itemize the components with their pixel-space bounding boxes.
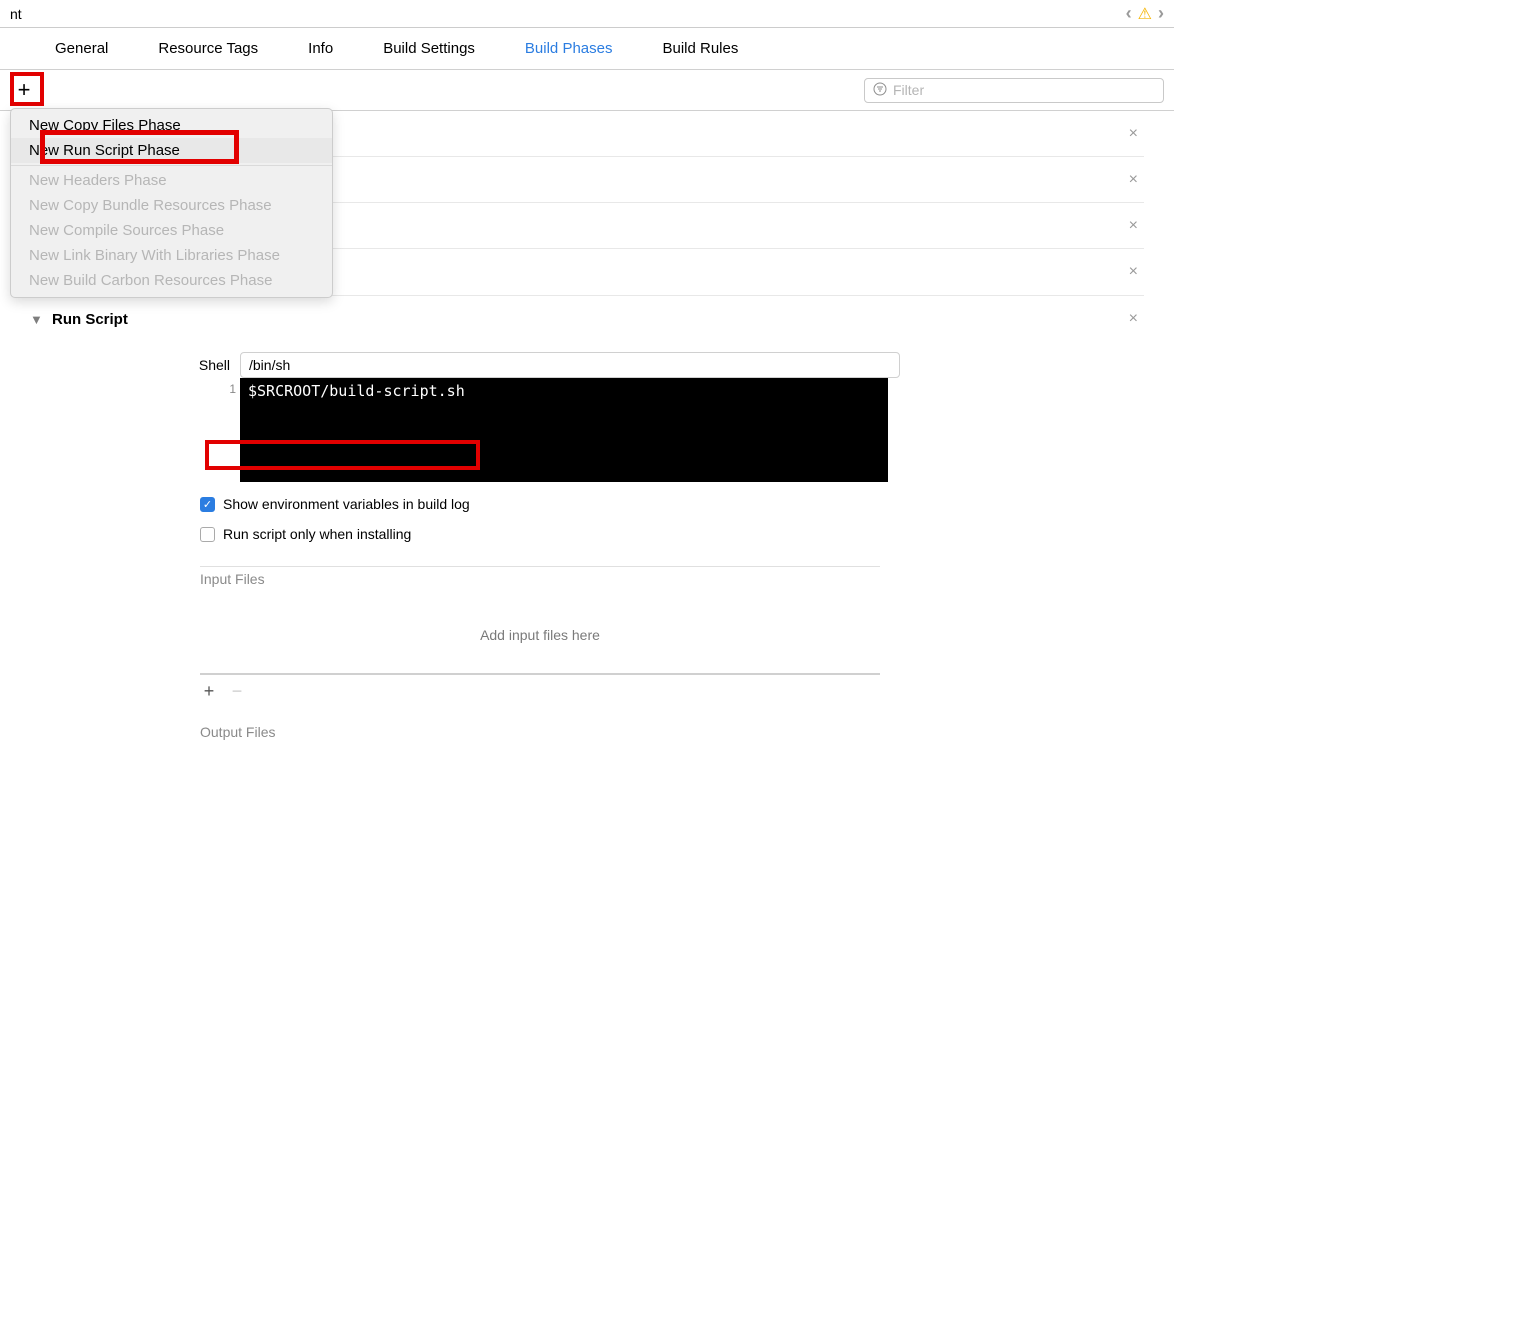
phase-row-run-script[interactable]: ▼ Run Script × (30, 296, 1144, 342)
tab-info[interactable]: Info (308, 40, 333, 57)
dropdown-item-new-run-script[interactable]: New Run Script Phase (11, 138, 332, 163)
output-files-section: Output Files (200, 720, 880, 740)
filter-input[interactable] (893, 82, 1155, 98)
checkbox-label: Run script only when installing (223, 526, 411, 542)
close-icon[interactable]: × (1123, 171, 1144, 189)
tab-build-rules[interactable]: Build Rules (662, 40, 738, 57)
nav-back-chevron[interactable]: ‹ (1126, 3, 1132, 24)
checkbox-install-only[interactable] (200, 527, 215, 542)
dropdown-item-new-compile-sources: New Compile Sources Phase (11, 218, 332, 243)
dropdown-item-new-link-binary: New Link Binary With Libraries Phase (11, 243, 332, 268)
disclosure-triangle-icon[interactable]: ▼ (30, 312, 46, 327)
title-bar: nt ‹ ⚠ › (0, 0, 1174, 28)
dropdown-item-new-copy-bundle-resources: New Copy Bundle Resources Phase (11, 193, 332, 218)
checkbox-row-env[interactable]: ✓ Show environment variables in build lo… (200, 496, 1144, 512)
input-files-footer: + − (200, 673, 880, 702)
title-text: nt (10, 6, 22, 22)
script-editor-container: 1 $SRCROOT/build-script.sh (190, 378, 1144, 482)
script-editor[interactable]: $SRCROOT/build-script.sh (240, 378, 888, 482)
dropdown-item-new-headers: New Headers Phase (11, 168, 332, 193)
output-files-label: Output Files (200, 724, 880, 740)
filter-field[interactable] (864, 78, 1164, 103)
input-files-label: Input Files (200, 571, 880, 587)
checkbox-show-env[interactable]: ✓ (200, 497, 215, 512)
tab-general[interactable]: General (55, 40, 108, 57)
checkbox-row-install[interactable]: Run script only when installing (200, 526, 1144, 542)
add-input-file-button[interactable]: + (200, 681, 218, 702)
close-icon[interactable]: × (1123, 217, 1144, 235)
close-icon[interactable]: × (1123, 310, 1144, 328)
run-script-body: Shell 1 $SRCROOT/build-script.sh ✓ Show … (30, 342, 1144, 800)
input-files-section: Input Files Add input files here + − (200, 566, 880, 702)
phase-title: Run Script (52, 311, 1123, 328)
dropdown-item-new-build-carbon: New Build Carbon Resources Phase (11, 268, 332, 293)
warning-icon[interactable]: ⚠ (1138, 4, 1152, 24)
tab-build-settings[interactable]: Build Settings (383, 40, 475, 57)
input-files-hint: Add input files here (200, 627, 880, 643)
close-icon[interactable]: × (1123, 125, 1144, 143)
line-number: 1 (220, 378, 240, 482)
checkbox-label: Show environment variables in build log (223, 496, 470, 512)
dropdown-divider (11, 165, 332, 166)
filter-icon (873, 82, 887, 99)
remove-input-file-button: − (228, 681, 246, 702)
dropdown-item-new-copy-files[interactable]: New Copy Files Phase (11, 113, 332, 138)
tab-build-phases[interactable]: Build Phases (525, 40, 613, 57)
add-phase-dropdown: New Copy Files Phase New Run Script Phas… (10, 108, 333, 298)
add-phase-button[interactable]: + (10, 76, 38, 104)
tabs-bar: General Resource Tags Info Build Setting… (0, 28, 1174, 70)
close-icon[interactable]: × (1123, 263, 1144, 281)
phases-toolbar: + New Copy Files Phase New Run Script Ph… (0, 70, 1174, 111)
shell-label: Shell (190, 357, 230, 373)
shell-input[interactable] (240, 352, 900, 378)
nav-forward-chevron[interactable]: › (1158, 3, 1164, 24)
tab-resource-tags[interactable]: Resource Tags (158, 40, 258, 57)
